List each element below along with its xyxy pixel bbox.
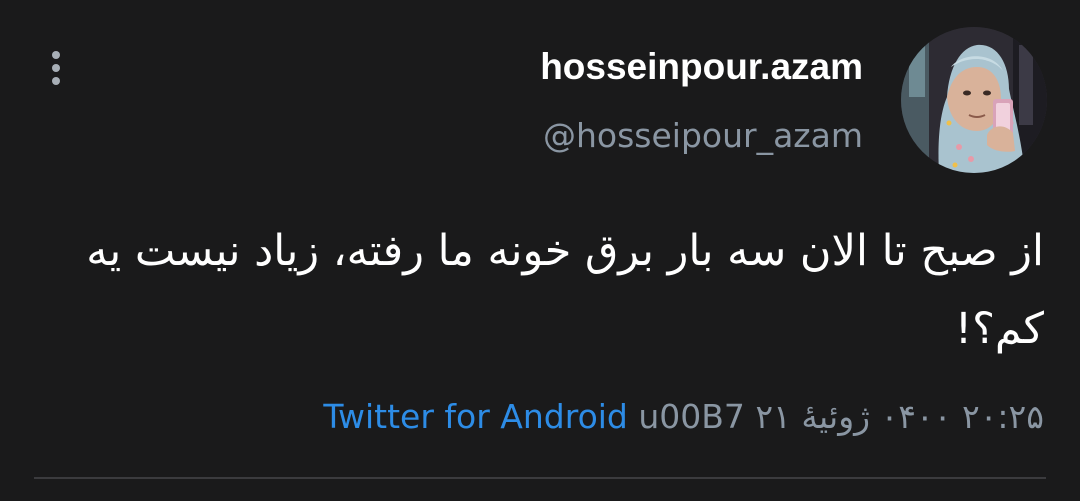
divider bbox=[34, 477, 1046, 479]
tweet-timestamp[interactable]: ۲۰:۲۵ ۰۴۰۰ ژوئیهٔ ۲۱ bbox=[755, 397, 1044, 436]
user-handle[interactable]: @hosseipour_azam bbox=[543, 113, 863, 159]
more-options-icon[interactable] bbox=[36, 48, 76, 88]
display-name[interactable]: hosseinpour.azam bbox=[540, 44, 863, 90]
source-link[interactable]: Twitter for Android bbox=[323, 397, 628, 436]
tweet-meta: Twitter for Android u00B7 ۲۰:۲۵ ۰۴۰۰ ژوئ… bbox=[323, 392, 1044, 442]
tweet-text: از صبح تا الان سه بار برق خونه ما رفته، … bbox=[86, 226, 1044, 354]
meta-separator: u00B7 bbox=[638, 397, 745, 436]
avatar[interactable] bbox=[901, 27, 1047, 173]
